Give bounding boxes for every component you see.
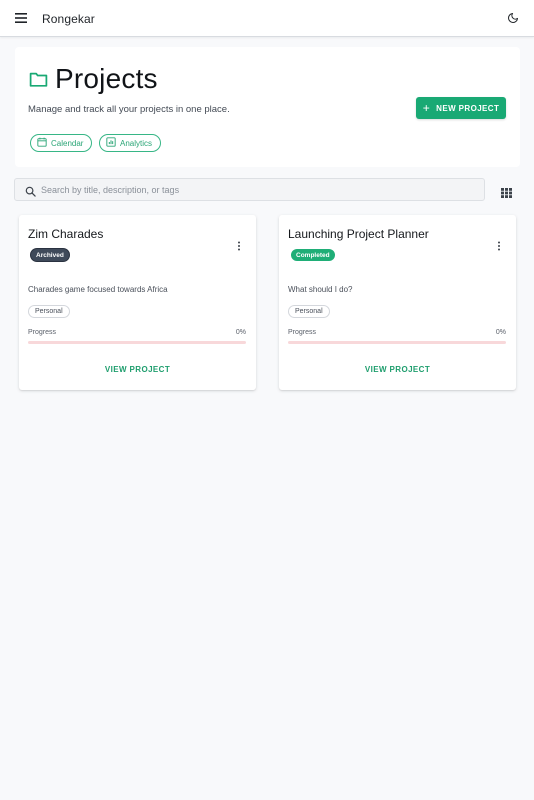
chart-icon xyxy=(106,137,116,149)
project-tag[interactable]: Personal xyxy=(288,305,330,318)
analytics-chip[interactable]: Analytics xyxy=(99,134,162,152)
project-title[interactable]: Zim Charades xyxy=(28,227,103,241)
project-title[interactable]: Launching Project Planner xyxy=(288,227,429,241)
more-options-icon[interactable] xyxy=(236,239,242,251)
page-subtitle: Manage and track all your projects in on… xyxy=(28,104,230,115)
title-row: Projects xyxy=(29,63,158,95)
new-project-label: NEW PROJECT xyxy=(436,103,500,113)
calendar-chip-label: Calendar xyxy=(51,138,84,148)
search-bar xyxy=(14,178,485,201)
projects-header: Projects Manage and track all your proje… xyxy=(15,47,520,167)
progress-label: Progress xyxy=(28,329,57,336)
progress-value: 0% xyxy=(235,329,246,336)
search-icon xyxy=(25,184,36,197)
status-badge: Archived xyxy=(31,249,69,261)
progress-bar xyxy=(288,341,506,344)
calendar-icon xyxy=(37,137,47,149)
dark-mode-toggle-icon[interactable] xyxy=(506,11,520,25)
more-options-icon[interactable] xyxy=(496,239,502,251)
calendar-chip[interactable]: Calendar xyxy=(30,134,93,152)
app-bar: Rongekar xyxy=(0,0,534,37)
project-card: Zim Charades Archived Charades game focu… xyxy=(19,215,256,390)
new-project-button[interactable]: + NEW PROJECT xyxy=(416,97,506,119)
view-project-button[interactable]: VIEW PROJECT xyxy=(19,365,256,374)
analytics-chip-label: Analytics xyxy=(120,138,153,148)
app-title[interactable]: Rongekar xyxy=(42,12,95,26)
search-input[interactable] xyxy=(41,180,471,199)
project-description: Charades game focused towards Africa xyxy=(28,285,168,294)
progress-value: 0% xyxy=(495,329,506,336)
menu-icon[interactable] xyxy=(13,11,29,25)
project-card: Launching Project Planner Completed What… xyxy=(279,215,516,390)
project-tag[interactable]: Personal xyxy=(28,305,70,318)
view-project-button[interactable]: VIEW PROJECT xyxy=(279,365,516,374)
folder-icon xyxy=(29,71,49,88)
grid-view-icon[interactable] xyxy=(501,185,512,198)
progress-label: Progress xyxy=(288,329,317,336)
plus-icon: + xyxy=(422,100,431,115)
page-title: Projects xyxy=(55,63,158,94)
status-badge: Completed xyxy=(291,249,335,261)
progress-bar xyxy=(28,341,246,344)
project-description: What should I do? xyxy=(288,285,353,294)
